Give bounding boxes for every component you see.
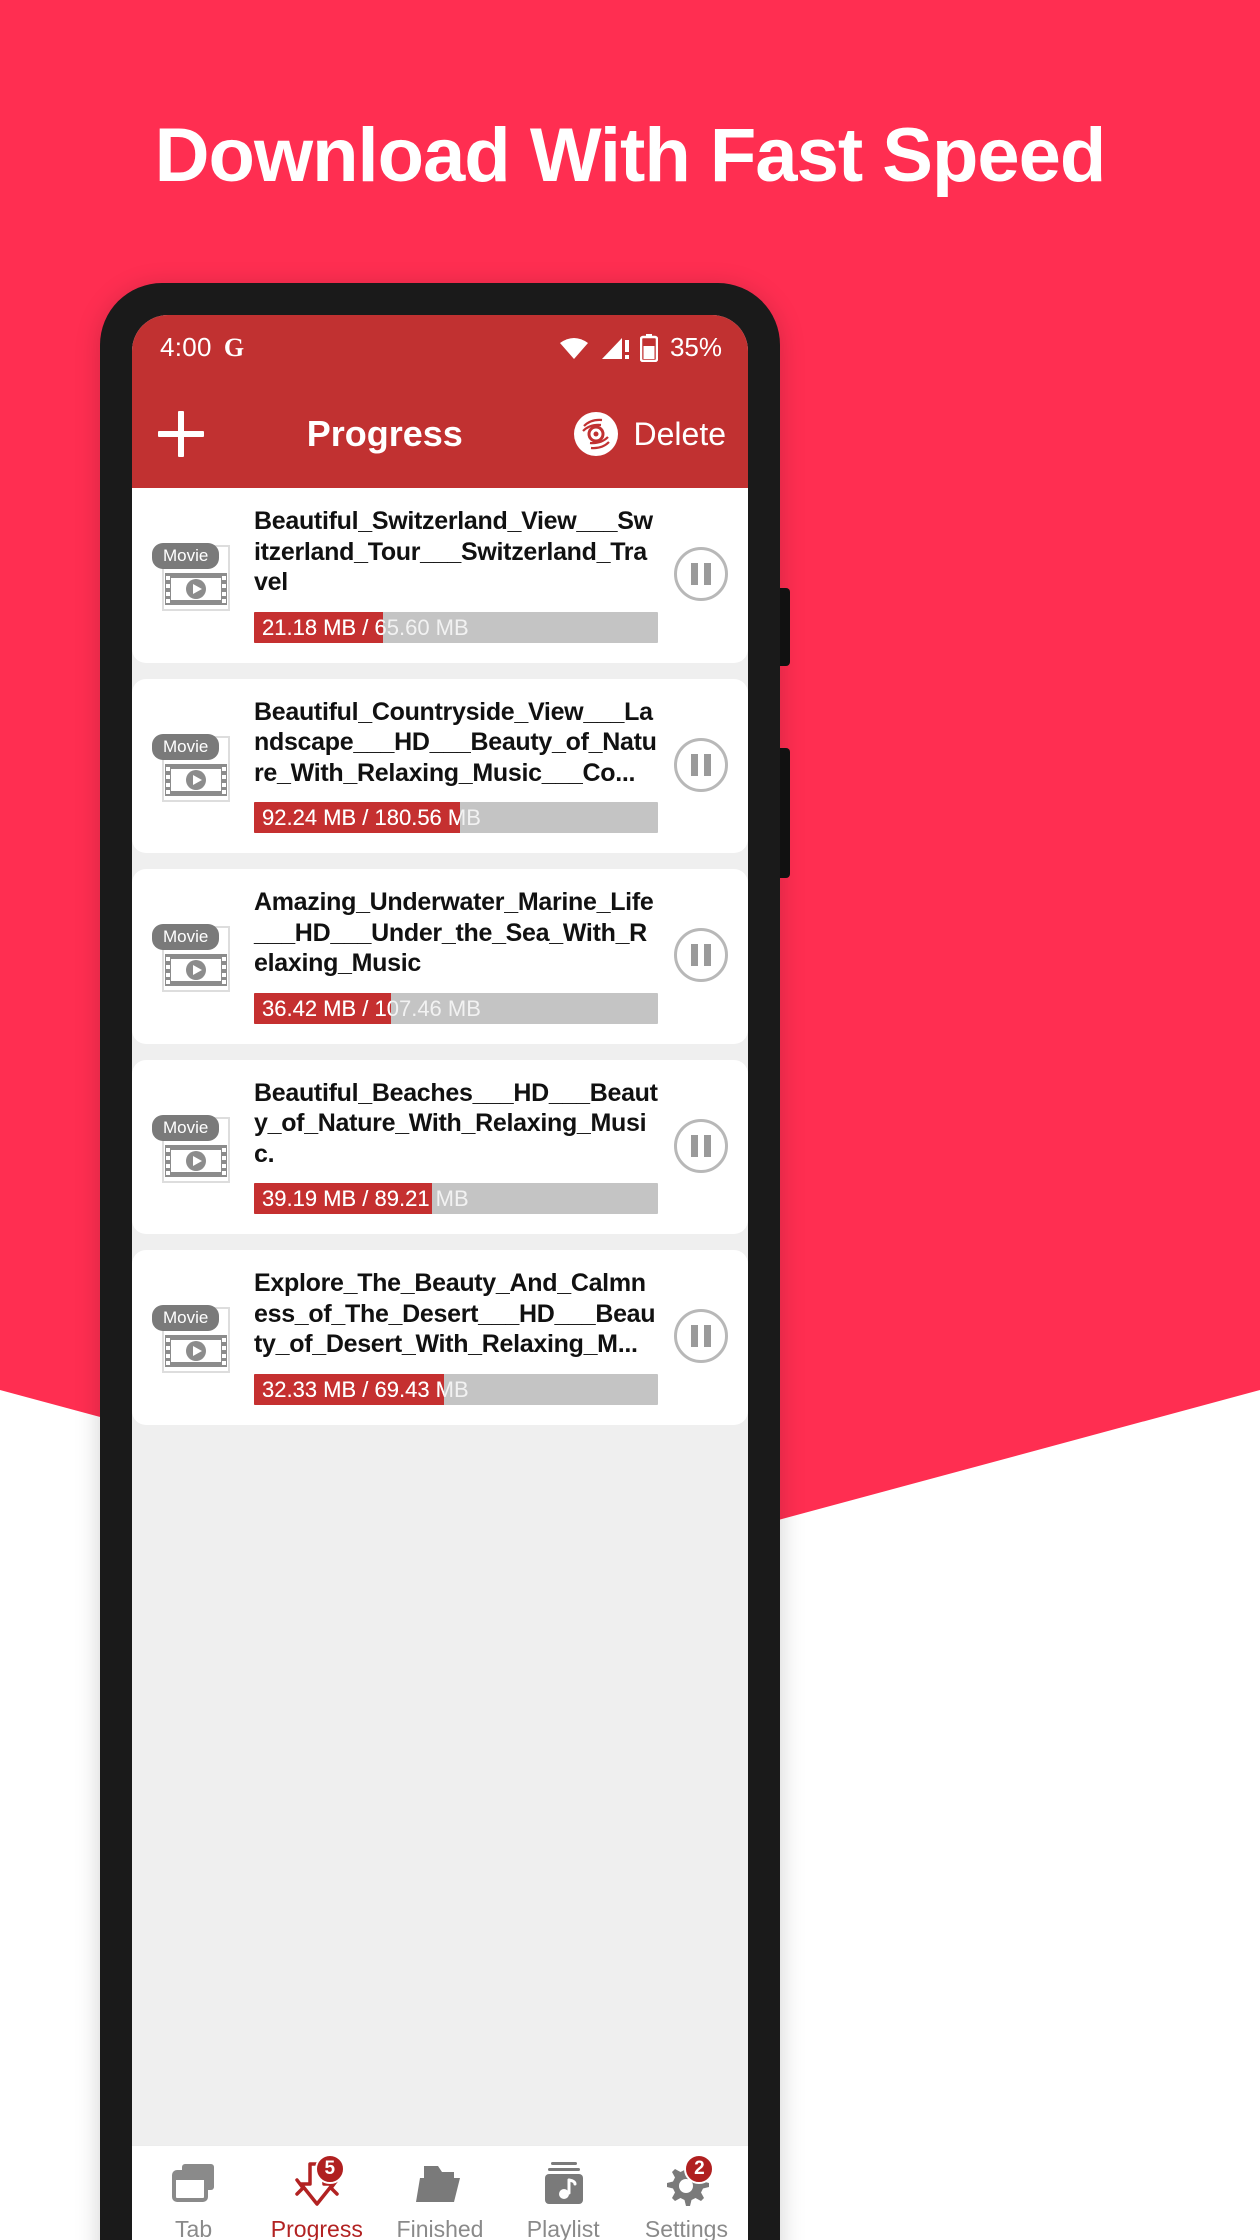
movie-thumbnail: Movie (152, 537, 238, 612)
download-filename: Explore_The_Beauty_And_Calmness_of_The_D… (254, 1269, 656, 1358)
download-progress-bar: 32.33 MB / 69.43 MB32.33 MB / 69.43 MB (254, 1373, 658, 1405)
nav-icon-wrapper: 5 (291, 2154, 345, 2208)
nav-label: Tab (175, 2216, 213, 2240)
download-progress-bar: 21.18 MB / 65.60 MB21.18 MB / 65.60 MB (254, 611, 658, 643)
download-progress-bar: 92.24 MB / 180.56 MB 92.24 MB / 180.56 MB (254, 802, 658, 833)
download-progress-text: 32.33 MB / 69.43 MB (262, 1376, 444, 1402)
film-strip-icon (165, 1144, 227, 1177)
disc-icon[interactable] (572, 410, 620, 458)
app-bar-actions: Delete (572, 410, 727, 458)
download-item[interactable]: Movie Beautiful_Beaches___HD___Beauty_of_… (132, 1059, 748, 1234)
nav-badge: 5 (314, 2154, 345, 2184)
download-progress-text: 36.42 MB / 107.46 MB (262, 995, 391, 1021)
movie-badge: Movie (152, 1114, 220, 1141)
battery-percentage: 35% (669, 332, 722, 362)
nav-label: Progress (270, 2216, 363, 2240)
status-bar-left: 4:00 G (160, 332, 244, 363)
nav-icon-wrapper: 2 (660, 2154, 715, 2208)
nav-item-finished[interactable]: Finished (378, 2160, 501, 2240)
pause-icon[interactable] (674, 1309, 728, 1364)
download-item[interactable]: Movie Explore_The_Beauty_And_Calmness_of_… (132, 1250, 748, 1425)
page-headline: Download With Fast Speed (154, 113, 1107, 198)
movie-badge: Movie (152, 733, 220, 760)
download-item-body: Amazing_Underwater_Marine_Life___HD___Un… (254, 887, 658, 1024)
download-progress-bar: 39.19 MB / 89.21 MB39.19 MB / 89.21 MB (254, 1183, 658, 1214)
tabs-icon (171, 2164, 214, 2202)
delete-button[interactable]: Delete (634, 416, 727, 453)
download-progress-text: 92.24 MB / 180.56 MB (262, 805, 461, 830)
phone-power-button (780, 748, 790, 878)
pause-icon[interactable] (674, 1118, 728, 1173)
pause-icon[interactable] (674, 547, 728, 602)
download-progress-text: 21.18 MB / 65.60 MB (262, 614, 384, 640)
nav-label: Playlist (526, 2216, 600, 2240)
download-item[interactable]: Movie Beautiful_Countryside_View___Landsc… (132, 678, 748, 853)
wifi-icon (559, 337, 588, 359)
film-strip-icon (165, 1335, 227, 1368)
app-bar: Progress Delete (132, 380, 748, 488)
bottom-navigation: Tab 5 Progress Finished Playlist 2 Settings (132, 2145, 748, 2240)
nav-item-progress[interactable]: 5 Progress (255, 2154, 378, 2240)
music-folder-icon (545, 2162, 584, 2204)
download-progress-text: 39.19 MB / 89.21 MB (262, 1186, 432, 1211)
cellular-signal-alert-icon (601, 337, 629, 359)
nav-icon-wrapper (168, 2160, 220, 2208)
google-assistant-icon: G (223, 332, 245, 362)
download-item-body: Beautiful_Countryside_View___Landscape__… (254, 697, 658, 833)
plus-icon[interactable] (158, 411, 204, 457)
movie-thumbnail: Movie (152, 918, 238, 993)
nav-icon-wrapper (414, 2160, 466, 2208)
download-progress-bar: 36.42 MB / 107.46 MB36.42 MB / 107.46 MB (254, 992, 658, 1024)
download-filename: Beautiful_Countryside_View___Landscape__… (254, 697, 657, 787)
download-filename: Amazing_Underwater_Marine_Life___HD___Un… (254, 888, 654, 977)
status-bar: 4:00 G 35% (132, 315, 748, 380)
nav-label: Settings (644, 2216, 728, 2240)
phone-screen: 4:00 G 35% Progress Delete Movie Beautif… (132, 315, 748, 2240)
download-item[interactable]: Movie Beautiful_Switzerland_View___Switze… (132, 488, 748, 663)
movie-badge: Movie (152, 543, 220, 570)
battery-icon (639, 333, 658, 362)
film-strip-icon (165, 573, 227, 606)
film-strip-icon (165, 954, 227, 987)
list-empty-area (132, 1440, 748, 2061)
nav-item-tab[interactable]: Tab (132, 2160, 255, 2240)
movie-badge: Movie (152, 924, 220, 951)
nav-item-settings[interactable]: 2 Settings (625, 2154, 748, 2240)
phone-volume-button (780, 588, 790, 666)
download-filename: Beautiful_Beaches___HD___Beauty_of_Natur… (254, 1078, 658, 1168)
pause-icon[interactable] (674, 928, 728, 983)
status-bar-right: 35% (558, 332, 722, 363)
download-list: Movie Beautiful_Switzerland_View___Switze… (132, 488, 748, 2061)
movie-thumbnail: Movie (152, 1299, 238, 1374)
movie-thumbnail: Movie (152, 728, 238, 802)
download-item-body: Explore_The_Beauty_And_Calmness_of_The_D… (254, 1268, 658, 1405)
page-title: Progress (306, 413, 463, 454)
nav-label: Finished (396, 2216, 484, 2240)
film-strip-icon (165, 763, 227, 796)
download-item-body: Beautiful_Switzerland_View___Switzerland… (254, 506, 658, 643)
phone-frame: 4:00 G 35% Progress Delete Movie Beautif… (100, 283, 790, 2240)
movie-badge: Movie (152, 1305, 220, 1332)
status-time: 4:00 (160, 332, 212, 362)
nav-item-playlist[interactable]: Playlist (502, 2160, 625, 2240)
pause-icon[interactable] (674, 737, 728, 792)
nav-icon-wrapper (537, 2160, 589, 2208)
folder-icon (416, 2166, 460, 2202)
download-item[interactable]: Movie Amazing_Underwater_Marine_Life___HD… (132, 869, 748, 1044)
download-filename: Beautiful_Switzerland_View___Switzerland… (254, 507, 653, 596)
download-item-body: Beautiful_Beaches___HD___Beauty_of_Natur… (254, 1078, 658, 1214)
movie-thumbnail: Movie (152, 1109, 238, 1183)
